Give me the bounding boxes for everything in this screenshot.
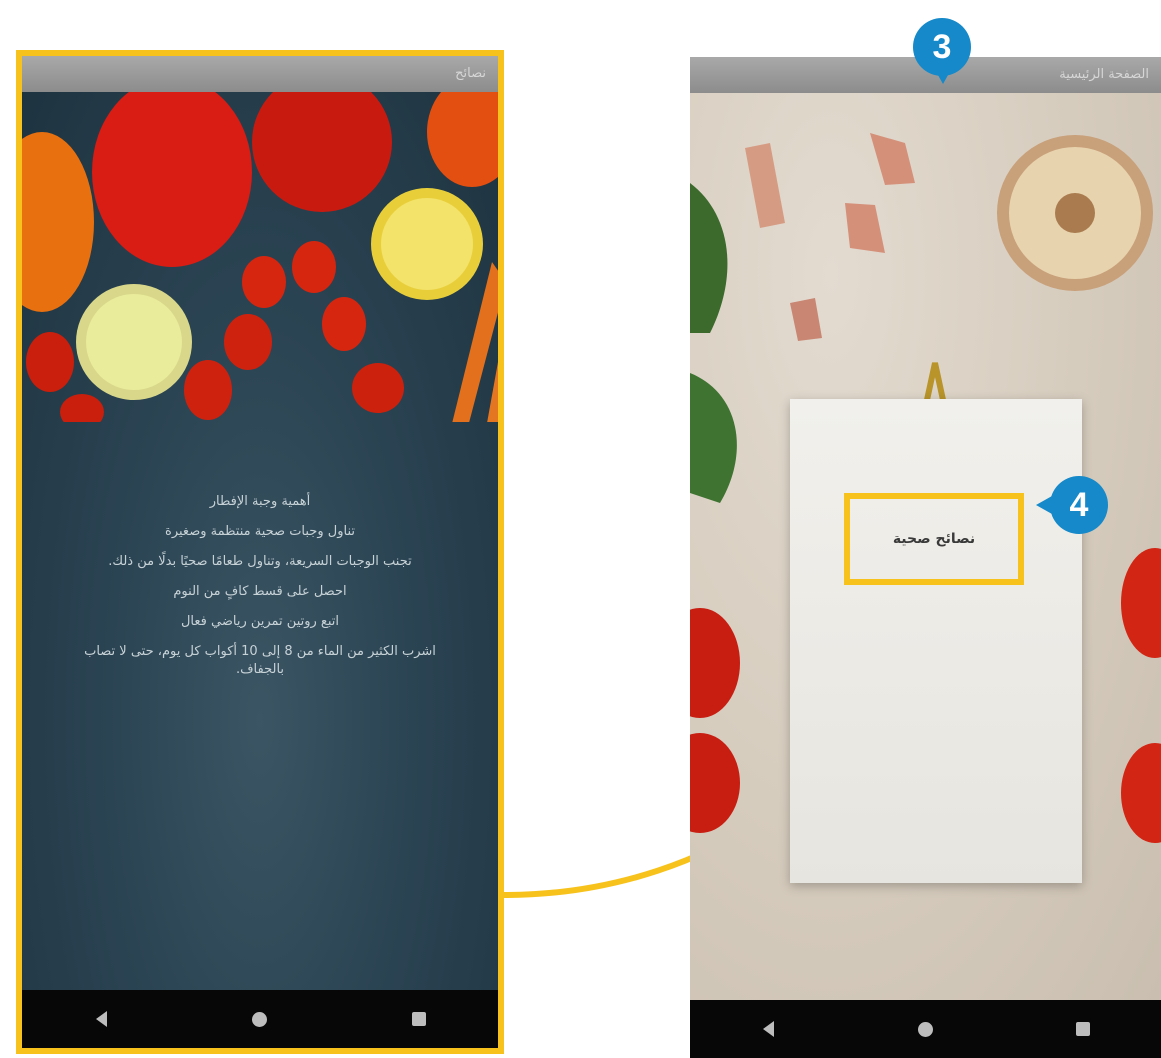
step-3-marker: 3 xyxy=(913,18,971,84)
tip-2: تناول وجبات صحية منتظمة وصغيرة xyxy=(165,524,355,539)
status-title: الصفحة الرئيسية xyxy=(1059,67,1149,82)
home-icon xyxy=(252,1011,268,1027)
home-button[interactable] xyxy=(906,1009,946,1049)
home-icon xyxy=(918,1021,933,1037)
status-bar: نصائح xyxy=(22,56,498,92)
tips-screen: أهمية وجبة الإفطار تناول وجبات صحية منتظ… xyxy=(22,92,498,990)
tips-list: أهمية وجبة الإفطار تناول وجبات صحية منتظ… xyxy=(22,487,498,679)
back-button[interactable] xyxy=(81,999,121,1039)
phone-home-screen: الصفحة الرئيسية نصائح صحية xyxy=(690,57,1161,1058)
tip-6: اشرب الكثير من الماء من 8 إلى 10 أكواب ك… xyxy=(84,644,436,659)
nav-bar xyxy=(22,990,498,1048)
tip-3: تجنب الوجبات السريعة، وتناول طعامًا صحيً… xyxy=(108,554,412,569)
home-button[interactable] xyxy=(240,999,280,1039)
nav-bar xyxy=(690,1000,1161,1058)
title-highlight[interactable]: نصائح صحية xyxy=(844,493,1024,585)
step-3-number: 3 xyxy=(932,27,952,66)
tip-5: اتبع روتين تمرين رياضي فعال xyxy=(180,614,340,629)
tip-4: احصل على قسط كافٍ من النوم xyxy=(173,584,347,599)
tip-1: أهمية وجبة الإفطار xyxy=(209,494,311,509)
back-button[interactable] xyxy=(749,1009,789,1049)
recents-icon xyxy=(1075,1022,1090,1036)
step-4-marker: 4 xyxy=(1036,476,1108,534)
tip-6-cont: بالجفاف. xyxy=(235,662,285,677)
paper-card xyxy=(790,399,1082,883)
recents-button[interactable] xyxy=(399,999,439,1039)
recents-icon xyxy=(411,1012,426,1026)
back-icon xyxy=(95,1011,107,1027)
vegetables-image xyxy=(22,92,498,422)
home-screen: نصائح صحية xyxy=(690,93,1161,1000)
recents-button[interactable] xyxy=(1063,1009,1103,1049)
back-icon xyxy=(763,1021,774,1037)
phone-tips-screen: نصائح أهمية وجبة الإفطار تناول وجبات صحي… xyxy=(16,50,504,1054)
garlic xyxy=(997,135,1153,291)
step-4-number: 4 xyxy=(1069,485,1089,524)
health-tips-button[interactable]: نصائح صحية xyxy=(893,531,975,547)
status-title: نصائح xyxy=(455,66,486,81)
